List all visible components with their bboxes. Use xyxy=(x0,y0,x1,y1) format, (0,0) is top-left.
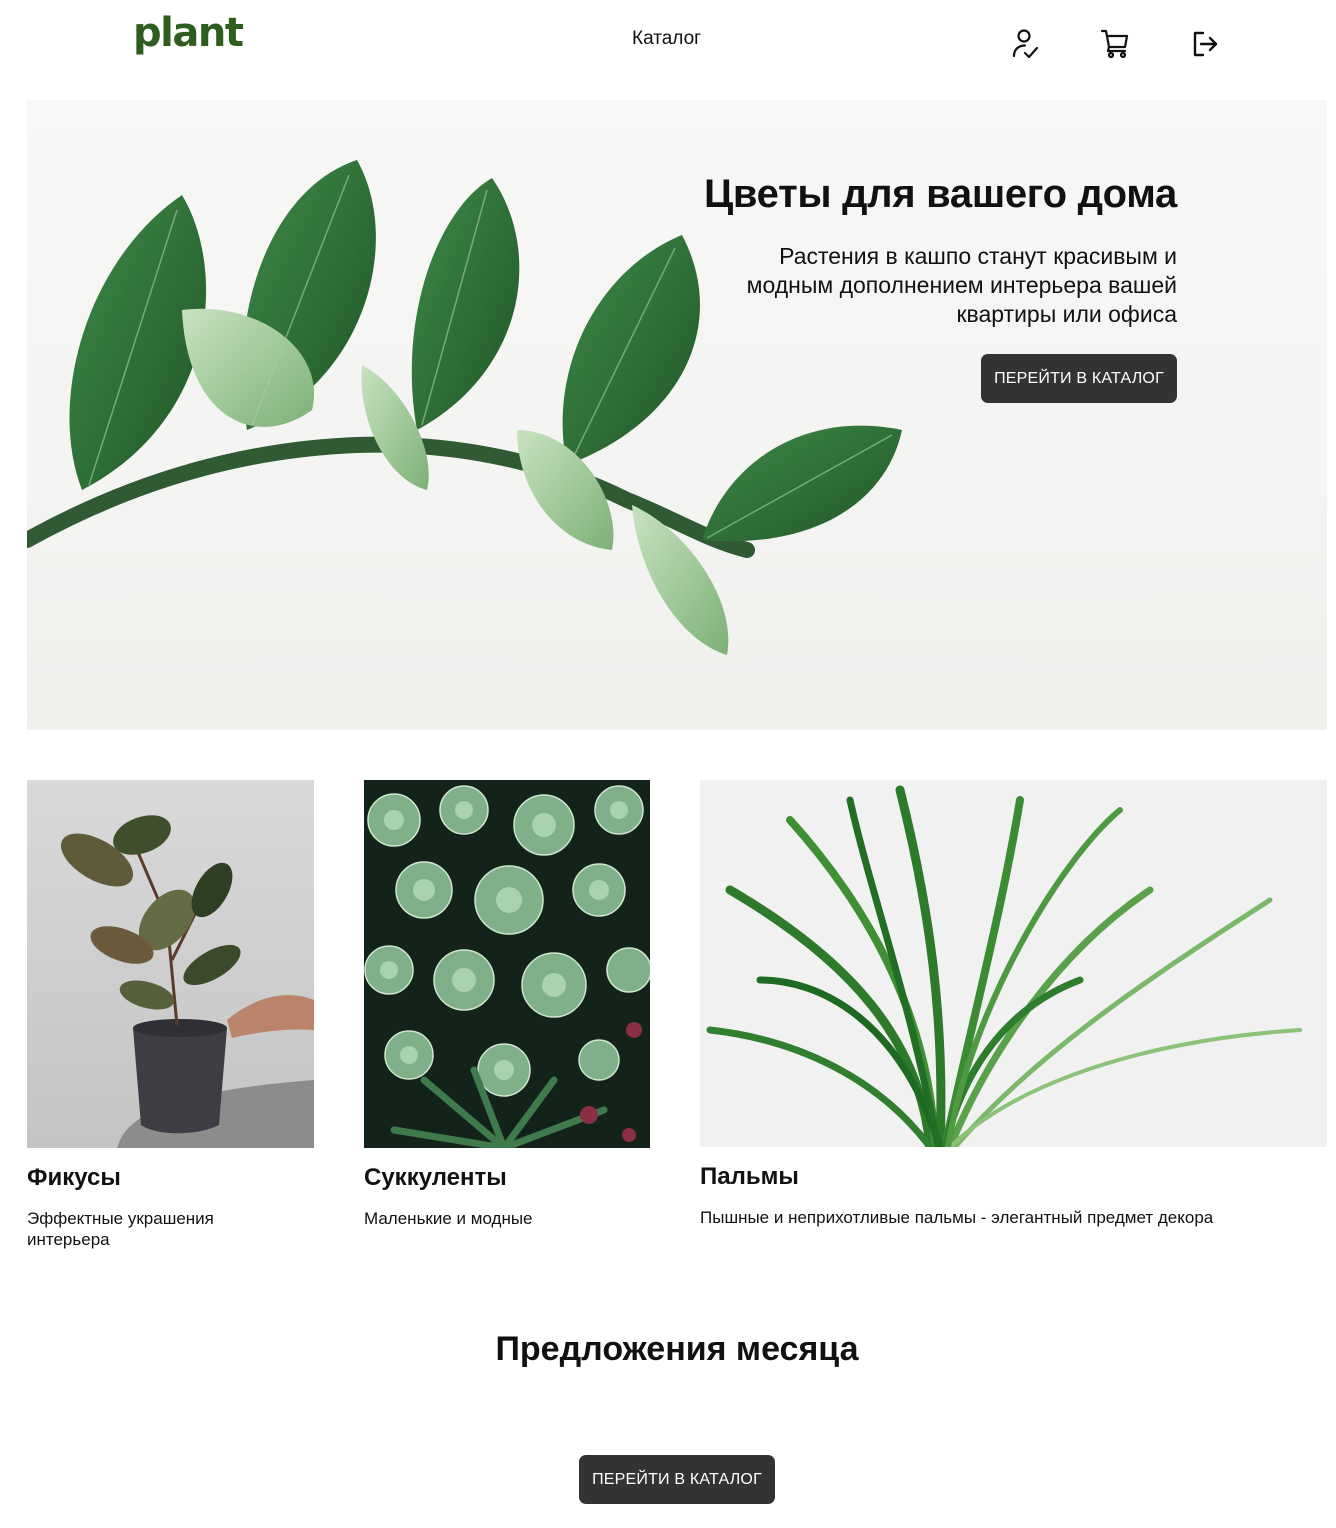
hero-title: Цветы для вашего дома xyxy=(704,172,1177,216)
category-description: Маленькие и модные xyxy=(364,1209,533,1228)
category-title[interactable]: Суккуленты xyxy=(364,1164,507,1192)
site-header: plant Каталог xyxy=(0,0,1336,90)
logout-icon[interactable] xyxy=(1190,27,1220,61)
category-title[interactable]: Пальмы xyxy=(700,1163,799,1191)
logo[interactable]: plant xyxy=(133,10,244,56)
offers-title: Предложения месяца xyxy=(495,1330,859,1368)
page: plant Каталог Цветы для вашего дома Раст… xyxy=(0,0,1336,1528)
hero-subtitle: Растения в кашпо станут красивым и модны… xyxy=(746,243,1177,327)
category-description: Эффектные украшения интерьера xyxy=(27,1209,214,1249)
user-check-icon[interactable] xyxy=(1010,27,1040,61)
palms-image[interactable] xyxy=(700,780,1327,1147)
hero-banner: Цветы для вашего дома Растения в кашпо с… xyxy=(27,100,1327,730)
hero-catalog-button[interactable]: ПЕРЕЙТИ В КАТАЛОГ xyxy=(981,354,1177,403)
offers-catalog-button[interactable]: ПЕРЕЙТИ В КАТАЛОГ xyxy=(579,1455,775,1504)
category-title[interactable]: Фикусы xyxy=(27,1164,121,1192)
cart-icon[interactable] xyxy=(1100,27,1130,61)
ficus-image[interactable] xyxy=(27,780,314,1148)
category-description: Пышные и неприхотливые пальмы - элегантн… xyxy=(700,1208,1214,1227)
succulents-image[interactable] xyxy=(364,780,650,1148)
nav-catalog-link[interactable]: Каталог xyxy=(632,28,701,50)
